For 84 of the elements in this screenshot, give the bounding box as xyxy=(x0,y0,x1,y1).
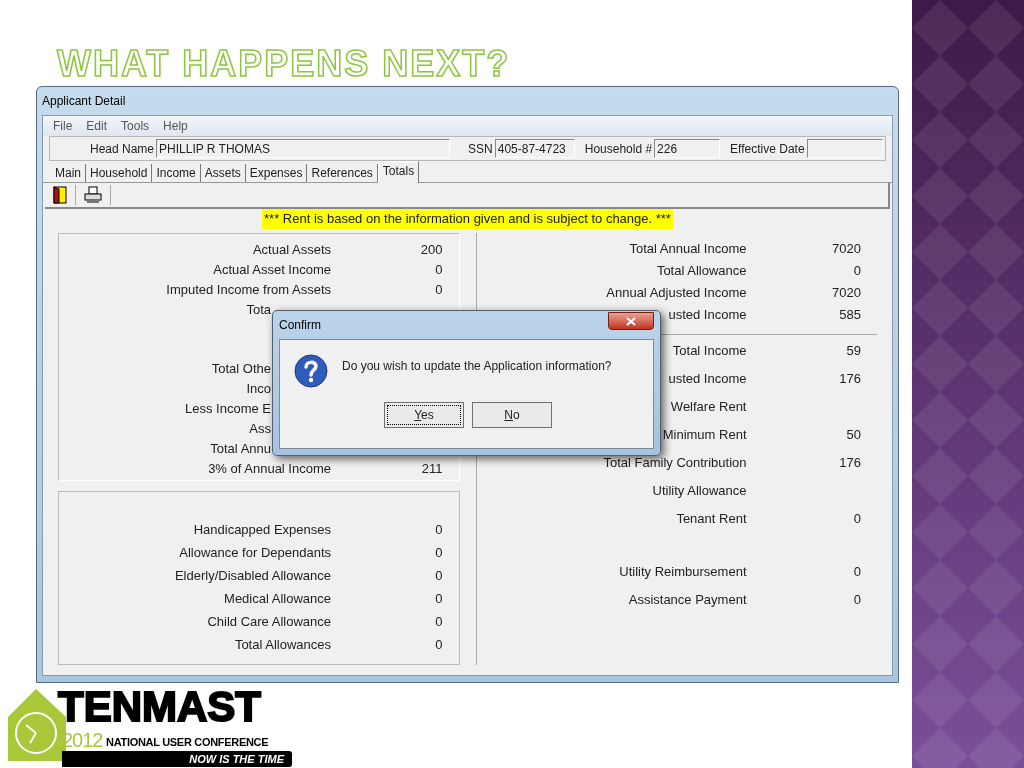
menu-item[interactable]: File xyxy=(53,117,73,135)
field-label: usted Income xyxy=(668,307,747,323)
logo-name: TENMAST xyxy=(58,685,261,729)
dialog-button[interactable]: Yes xyxy=(384,402,464,428)
field-value: 0 xyxy=(853,592,861,608)
field-value: 0 xyxy=(435,636,443,652)
logo-subtitle: NATIONAL USER CONFERENCE xyxy=(106,735,269,749)
field-value: 0 xyxy=(435,544,443,560)
tab[interactable]: Assets xyxy=(200,164,246,182)
close-icon xyxy=(626,316,636,326)
field-label: Child Care Allowance xyxy=(207,613,331,629)
field-label: Tenant Rent xyxy=(676,511,747,527)
field-value: 176 xyxy=(839,371,861,387)
field-value: 176 xyxy=(839,455,861,471)
field-label: Ass xyxy=(249,421,271,437)
text-field[interactable]: PHILLIP R THOMAS xyxy=(156,139,451,158)
field-label: Imputed Income from Assets xyxy=(166,282,331,298)
field-value: 200 xyxy=(420,242,443,258)
field-label: Total Income xyxy=(672,343,747,359)
menu-item[interactable]: Tools xyxy=(121,117,150,135)
field-value: 0 xyxy=(853,564,861,580)
field-value: 0 xyxy=(435,567,443,583)
field-label: Utility Reimbursement xyxy=(619,564,747,580)
field-label: Utility Allowance xyxy=(652,483,747,499)
field-value: 7020 xyxy=(832,285,861,301)
menu-item[interactable]: Help xyxy=(163,117,188,135)
window-title: Applicant Detail xyxy=(42,93,126,110)
field-label: Total Allowance xyxy=(656,263,747,279)
field-label: Total Othe xyxy=(211,361,271,377)
notice-text: *** Rent is based on the information given and is subject to change. *** xyxy=(262,209,673,229)
field-label: Allowance for Dependants xyxy=(179,544,331,560)
text-field[interactable] xyxy=(806,139,883,158)
field-value: 0 xyxy=(435,282,443,298)
field-label: Head Name xyxy=(90,140,155,158)
dialog-button[interactable]: No xyxy=(472,402,552,428)
field-label: Total Annual Income xyxy=(629,241,747,257)
field-label: Tota xyxy=(246,302,271,318)
field-label: SSN xyxy=(468,140,493,158)
printer-icon[interactable] xyxy=(84,186,102,204)
text-field[interactable]: 226 xyxy=(654,139,721,158)
field-value: 0 xyxy=(435,613,443,629)
field-label: Handicapped Expenses xyxy=(193,521,331,537)
field-label: Medical Allowance xyxy=(224,590,331,606)
field-label: Assistance Payment xyxy=(628,592,747,608)
field-label: Total Allowances xyxy=(234,636,331,652)
field-value: 59 xyxy=(846,343,861,359)
tab[interactable]: Household xyxy=(86,164,153,182)
tab[interactable]: Expenses xyxy=(245,164,308,182)
field-label: Household # xyxy=(584,140,653,158)
tab[interactable]: References xyxy=(307,164,378,182)
tab[interactable]: Main xyxy=(51,164,86,182)
field-label: 3% of Annual Income xyxy=(208,461,331,477)
menu-item[interactable]: Edit xyxy=(86,117,108,135)
field-label: Inco xyxy=(246,381,271,397)
field-value: 0 xyxy=(853,263,861,279)
field-value: 0 xyxy=(435,262,443,278)
field-value: 7020 xyxy=(832,241,861,257)
field-label: Annual Adjusted Income xyxy=(606,285,747,301)
field-label: Welfare Rent xyxy=(670,399,747,415)
field-value: 585 xyxy=(839,307,861,323)
field-label: Total Annu xyxy=(210,441,271,457)
field-label: Actual Assets xyxy=(252,242,331,258)
logo-tagline: NOW IS THE TIME xyxy=(62,751,292,767)
question-icon xyxy=(294,354,328,388)
field-label: Total Family Contribution xyxy=(603,455,747,471)
field-label: usted Income xyxy=(668,371,747,387)
field-value: 50 xyxy=(846,427,861,443)
field-value: 0 xyxy=(435,521,443,537)
tab[interactable]: Totals xyxy=(377,161,420,183)
field-label: Effective Date xyxy=(730,140,805,158)
field-label: Less Income E xyxy=(185,401,271,417)
text-field[interactable]: 405-87-4723 xyxy=(494,139,575,158)
dialog-title: Confirm xyxy=(279,317,321,334)
tab[interactable]: Income xyxy=(152,164,201,182)
exit-door-icon[interactable] xyxy=(53,186,67,204)
field-value: 0 xyxy=(435,590,443,606)
slide-title: WHAT HAPPENS NEXT? xyxy=(57,43,511,84)
field-value: 211 xyxy=(421,461,443,477)
field-value: 0 xyxy=(853,511,861,527)
field-label: Elderly/Disabled Allowance xyxy=(174,567,331,583)
dialog-message: Do you wish to update the Application information? xyxy=(342,358,612,375)
field-label: Minimum Rent xyxy=(662,427,747,443)
field-label: Actual Asset Income xyxy=(213,262,331,278)
close-button[interactable] xyxy=(608,312,654,330)
